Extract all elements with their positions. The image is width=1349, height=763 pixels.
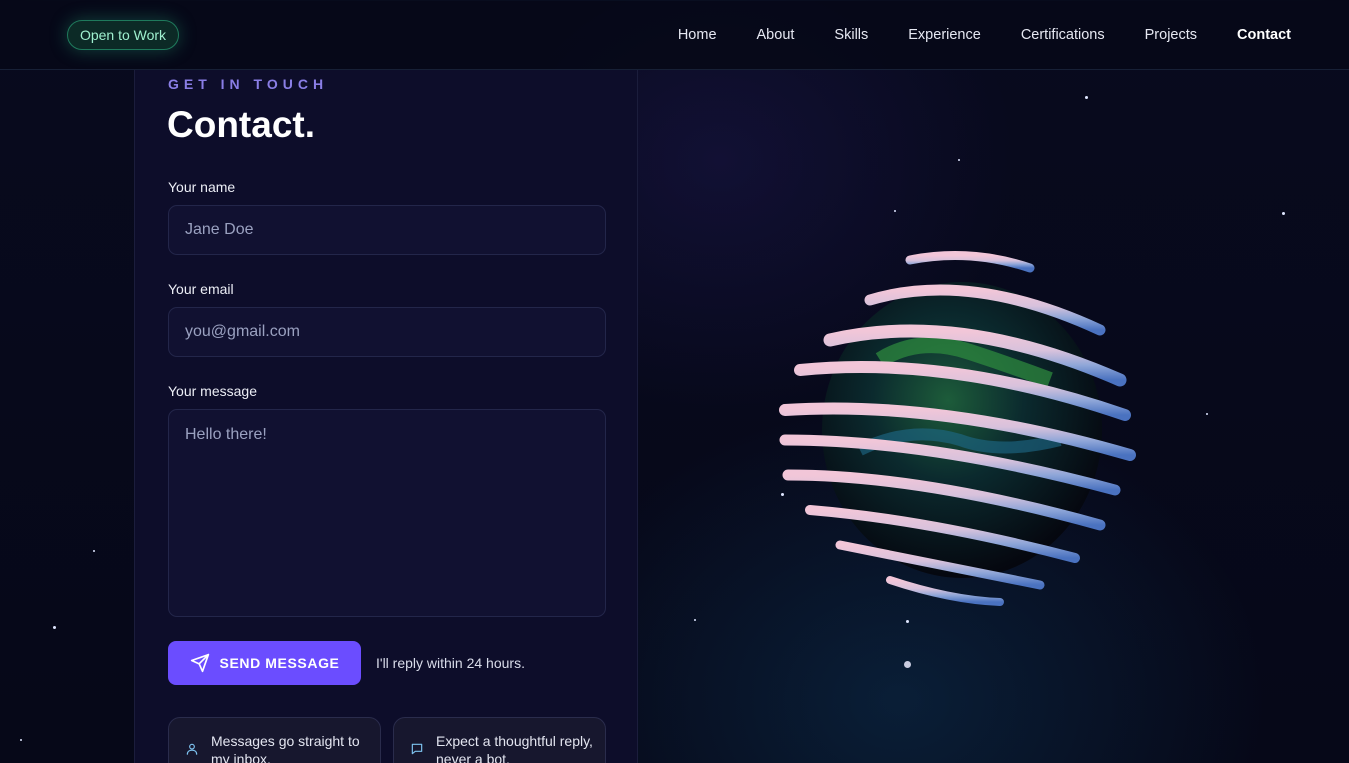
star <box>906 620 909 623</box>
star <box>894 210 896 212</box>
section-eyebrow: GET IN TOUCH <box>168 76 329 92</box>
star <box>93 550 95 552</box>
star <box>1085 96 1088 99</box>
star <box>20 739 22 741</box>
message-textarea[interactable] <box>168 409 606 617</box>
send-message-button[interactable]: SEND MESSAGE <box>168 641 361 685</box>
nav-link-about[interactable]: About <box>757 27 795 43</box>
info-card-inbox: Messages go straight to my inbox. <box>168 717 381 763</box>
nav-links: Home About Skills Experience Certificati… <box>678 0 1291 70</box>
star <box>1282 212 1285 215</box>
star <box>904 661 911 668</box>
nav-link-projects[interactable]: Projects <box>1145 27 1197 43</box>
nav-link-certifications[interactable]: Certifications <box>1021 27 1105 43</box>
info-card-reply: Expect a thoughtful reply, never a bot. <box>393 717 606 763</box>
name-label: Your name <box>168 179 236 195</box>
ribbon-globe-illustration <box>770 240 1160 620</box>
globe-graphic <box>779 251 1136 606</box>
message-label: Your message <box>168 383 257 399</box>
star <box>53 626 56 629</box>
chat-bubble-icon <box>411 743 423 755</box>
nav-link-skills[interactable]: Skills <box>834 27 868 43</box>
nav-link-home[interactable]: Home <box>678 27 717 43</box>
open-to-work-badge[interactable]: Open to Work <box>67 20 179 50</box>
star <box>694 619 696 621</box>
name-input[interactable] <box>168 205 606 255</box>
star <box>1206 413 1208 415</box>
send-button-label: SEND MESSAGE <box>219 655 340 671</box>
nav-link-experience[interactable]: Experience <box>908 27 981 43</box>
info-card-text: Messages go straight to my inbox. <box>211 733 360 763</box>
email-label: Your email <box>168 281 234 297</box>
email-input[interactable] <box>168 307 606 357</box>
reply-note: I'll reply within 24 hours. <box>376 655 525 671</box>
portfolio-page: Open to Work Home About Skills Experienc… <box>0 0 1349 763</box>
info-card-text: Expect a thoughtful reply, never a bot. <box>436 733 593 763</box>
user-icon <box>186 743 198 755</box>
page-title: Contact. <box>167 104 315 145</box>
paper-plane-icon <box>190 653 209 673</box>
contact-form-panel: GET IN TOUCH Contact. Your name Your ema… <box>134 70 638 763</box>
top-navbar: Open to Work Home About Skills Experienc… <box>0 0 1349 70</box>
star <box>958 159 960 161</box>
nav-link-contact[interactable]: Contact <box>1237 27 1291 43</box>
